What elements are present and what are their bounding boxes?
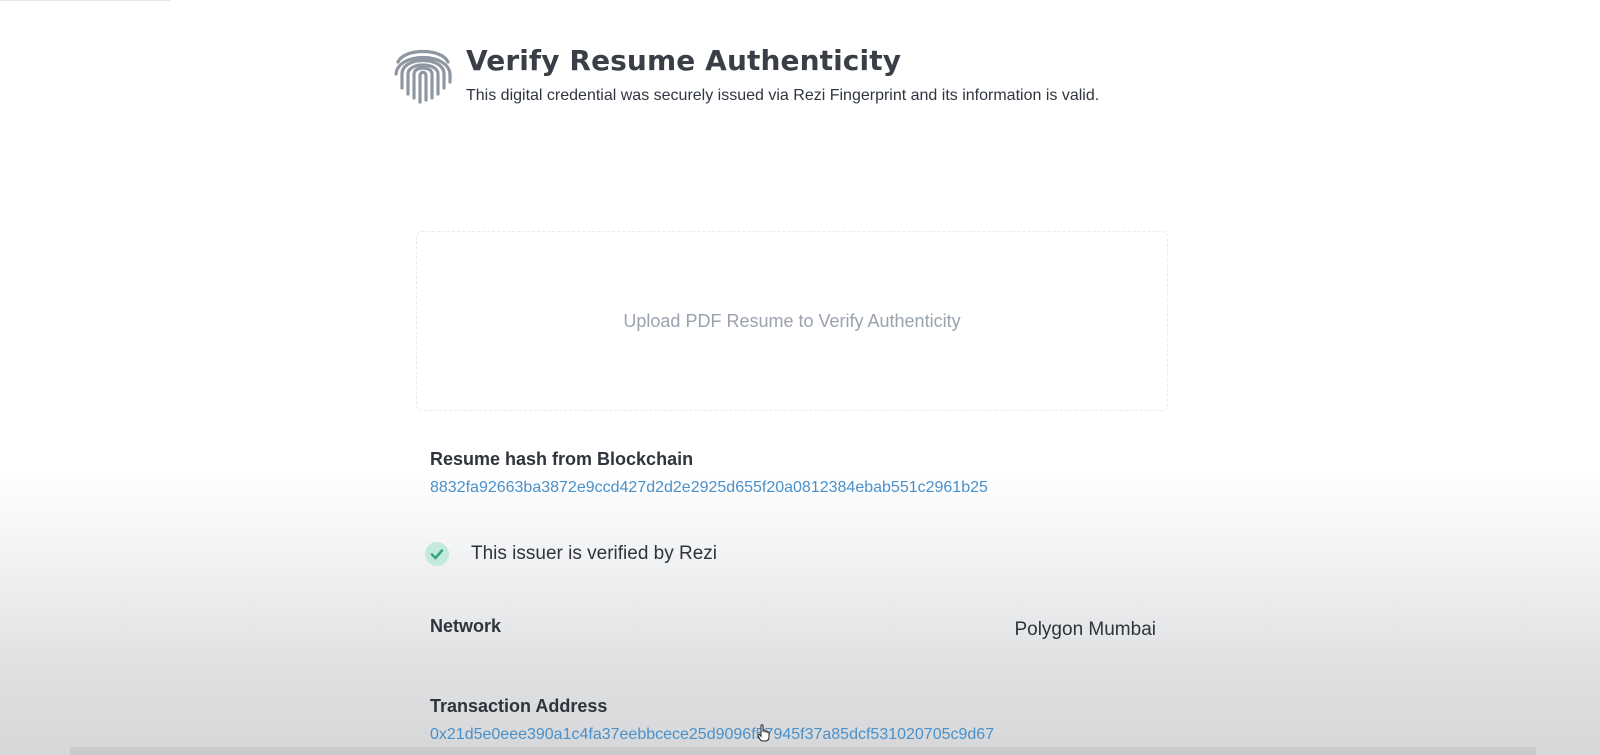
- network-value: Polygon Mumbai: [1014, 619, 1156, 640]
- horizontal-scrollbar[interactable]: [70, 747, 1536, 755]
- resume-hash-link[interactable]: 8832fa92663ba3872e9ccd427d2d2e2925d655f2…: [430, 479, 988, 497]
- top-divider: [0, 0, 170, 1]
- page-title: Verify Resume Authenticity: [466, 44, 902, 77]
- transaction-address-link[interactable]: 0x21d5e0eee390a1c4fa37eebbcece25d9096f57…: [430, 726, 994, 744]
- page-subtitle: This digital credential was securely iss…: [466, 87, 1100, 104]
- hand-cursor-icon: [757, 724, 771, 742]
- fingerprint-icon: [392, 42, 454, 104]
- issuer-verified-text: This issuer is verified by Rezi: [471, 543, 718, 564]
- header-text: Verify Resume Authenticity This digital …: [466, 42, 1099, 105]
- upload-dropzone[interactable]: Upload PDF Resume to Verify Authenticity: [416, 231, 1168, 411]
- page-header: Verify Resume Authenticity This digital …: [392, 42, 1099, 105]
- check-circle-icon: [425, 542, 449, 566]
- upload-label: Upload PDF Resume to Verify Authenticity: [623, 310, 961, 331]
- network-label: Network: [430, 616, 502, 636]
- transaction-address-label: Transaction Address: [430, 696, 608, 716]
- issuer-verified-row: This issuer is verified by Rezi: [425, 542, 717, 566]
- resume-hash-label: Resume hash from Blockchain: [430, 449, 694, 469]
